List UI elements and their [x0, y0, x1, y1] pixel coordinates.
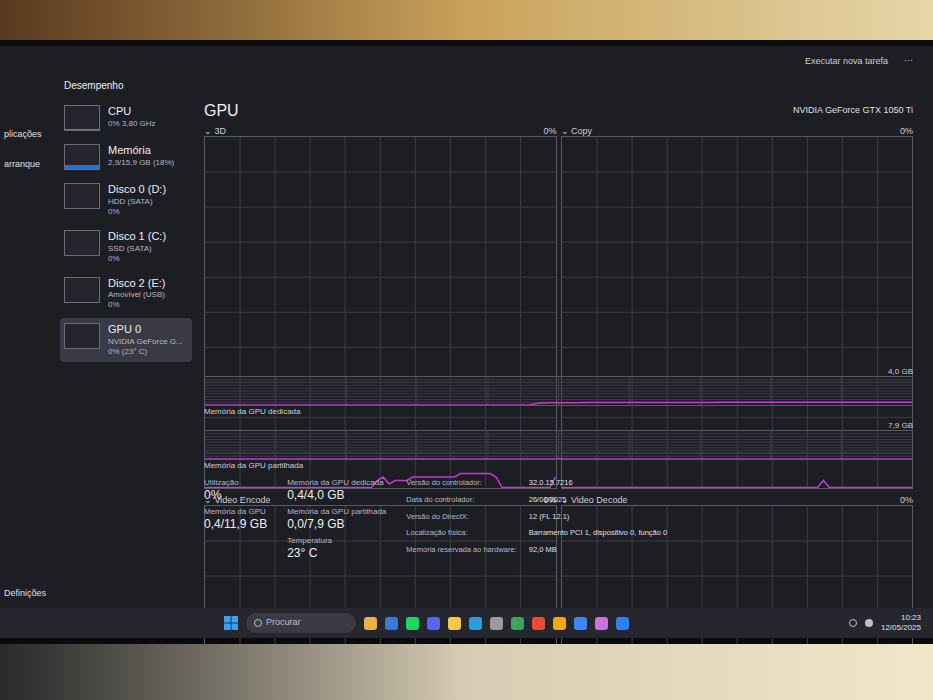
panel-title: GPU: [204, 99, 239, 123]
info-table: Versão do controlador: 32.0.15.7216 Data d…: [406, 478, 667, 561]
info-key: Versão do controlador:: [406, 478, 516, 494]
top-bar: Executar nova tarefa ⋯: [0, 46, 933, 78]
stat: Utilização0%: [204, 478, 267, 503]
thumbnail-graph: [64, 230, 100, 256]
sidebar-item[interactable]: Disco 0 (D:)HDD (SATA)0%: [60, 178, 192, 222]
chart-label: ⌄ Copy: [561, 127, 593, 136]
app-icon[interactable]: [406, 617, 419, 630]
app-icon[interactable]: [385, 617, 398, 630]
wifi-icon[interactable]: [865, 619, 873, 627]
info-value: 12 (FL 12.1): [529, 512, 667, 528]
desk: [0, 644, 933, 700]
thumbnail-graph: [64, 105, 100, 131]
info-value: Barramento PCI 1, dispositivo 0, função …: [529, 528, 667, 544]
info-value: 32.0.15.7216: [529, 478, 667, 494]
app-icon[interactable]: [490, 617, 503, 630]
info-value: 26/01/2025: [529, 495, 667, 511]
nav-item[interactable]: arranque: [4, 158, 60, 172]
thumbnail-graph: [64, 183, 100, 209]
chart-reading: 4,0 GB: [888, 368, 913, 376]
search-field[interactable]: Procurar: [246, 613, 356, 633]
windows-start-icon[interactable]: [224, 616, 238, 630]
nav-item[interactable]: plicações: [4, 128, 60, 142]
app-icon[interactable]: [532, 617, 545, 630]
app-icon[interactable]: [427, 617, 440, 630]
chart-label: ⌄ Video Decode: [561, 496, 628, 505]
info-key: Data do controlador:: [406, 495, 516, 511]
chart-reading: 0%: [900, 496, 913, 505]
stat: Memória da GPU0,4/11,9 GB: [204, 507, 267, 532]
info-key: Memória reservada ao hardware:: [406, 545, 516, 561]
sidebar-item[interactable]: Memória2,9/15,9 GB (18%): [60, 139, 192, 175]
engine-graph: [204, 136, 557, 489]
photo: Executar nova tarefa ⋯ plicações arranque De…: [0, 0, 933, 700]
memory-chart: 7,9 GB Memória da GPU partilhada: [204, 418, 913, 470]
taskbar: Procurar 10:2312/05/2025: [0, 608, 933, 638]
tray-icon[interactable]: [849, 619, 857, 627]
app-icon[interactable]: [448, 617, 461, 630]
sidebar: CPU0% 3,80 GHzMemória2,9/15,9 GB (18%)Di…: [60, 100, 196, 608]
engine-graph: [561, 136, 914, 489]
app-icon[interactable]: [364, 617, 377, 630]
info-key: Localização física:: [406, 528, 516, 544]
search-icon: [254, 619, 262, 627]
device-name: NVIDIA GeForce GTX 1050 Ti: [793, 104, 913, 118]
stat: Memória da GPU partilhada0,0/7,9 GB: [287, 507, 386, 532]
monitor: Executar nova tarefa ⋯ plicações arranque De…: [0, 40, 933, 644]
memory-graph: [204, 430, 913, 460]
clock[interactable]: 10:2312/05/2025: [881, 613, 921, 633]
app-icon[interactable]: [616, 617, 629, 630]
thumbnail-graph: [64, 323, 100, 349]
app-icon[interactable]: [511, 617, 524, 630]
screen: Executar nova tarefa ⋯ plicações arranque De…: [0, 46, 933, 638]
page-title: Desempenho: [60, 78, 933, 100]
chart-reading: 7,9 GB: [888, 422, 913, 430]
chart-label: Memória da GPU dedicada: [204, 408, 913, 416]
stats: Utilização0% Memória da GPU0,4/11,9 GB Mem…: [204, 478, 913, 561]
top-action[interactable]: Executar nova tarefa: [805, 55, 888, 69]
app-icon[interactable]: [574, 617, 587, 630]
app-icon[interactable]: [595, 617, 608, 630]
nav: plicações arranque Definições: [0, 78, 60, 608]
nav-footer[interactable]: Definições: [4, 587, 60, 601]
sidebar-item[interactable]: Disco 2 (E:)Amovível (USB)0%: [60, 272, 192, 316]
sidebar-item[interactable]: GPU 0NVIDIA GeForce G...0% (23° C): [60, 318, 192, 362]
top-action[interactable]: ⋯: [904, 55, 913, 69]
sidebar-item[interactable]: CPU0% 3,80 GHz: [60, 100, 192, 136]
wall: [0, 0, 933, 40]
memory-graph: [204, 376, 913, 406]
chart-reading: 0%: [543, 127, 556, 136]
main-panel: GPU NVIDIA GeForce GTX 1050 Ti ⌄ 3D 0% ⌄ Cop…: [196, 100, 933, 608]
sidebar-item[interactable]: Disco 1 (C:)SSD (SATA)0%: [60, 225, 192, 269]
thumbnail-graph: [64, 277, 100, 303]
info-key: Versão do DirectX:: [406, 512, 516, 528]
app-icon[interactable]: [553, 617, 566, 630]
info-value: 92,0 MB: [529, 545, 667, 561]
memory-chart: 4,0 GB Memória da GPU dedicada: [204, 364, 913, 416]
chart-label: Memória da GPU partilhada: [204, 462, 913, 470]
stat: Temperatura23° C: [287, 536, 386, 561]
app-icon[interactable]: [469, 617, 482, 630]
chart-label: ⌄ 3D: [204, 127, 226, 136]
chart-reading: 0%: [900, 127, 913, 136]
stat: Memória da GPU dedicada0,4/4,0 GB: [287, 478, 386, 503]
thumbnail-graph: [64, 144, 100, 170]
